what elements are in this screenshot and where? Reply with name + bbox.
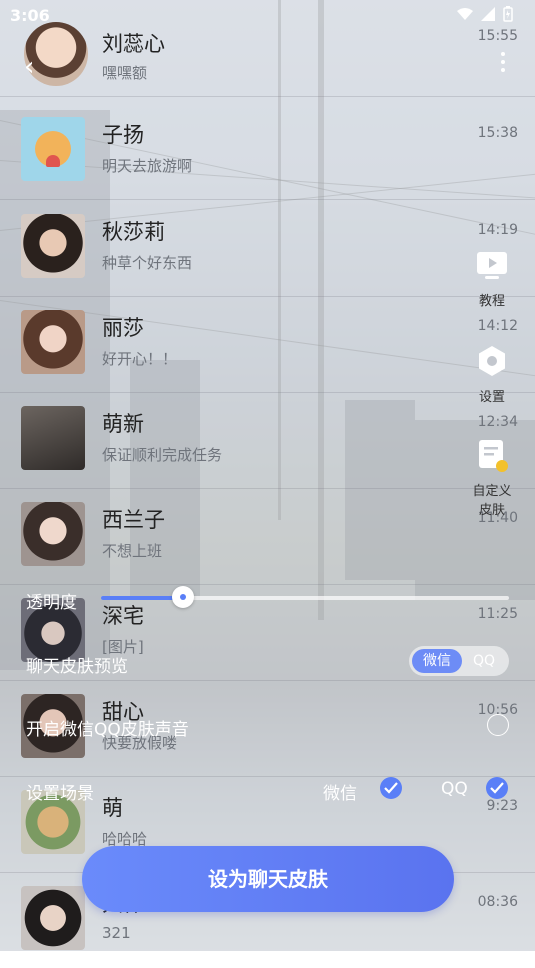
message-time: 12:34: [477, 414, 518, 430]
last-message: 保证顺利完成任务: [102, 446, 223, 464]
tutorial-label: 教程: [478, 294, 505, 309]
message-time: 15:38: [477, 125, 518, 141]
contact-name: 丽莎: [102, 316, 144, 340]
edit-skin-icon: [479, 440, 508, 472]
custom-skin-label-line2: 皮肤: [478, 503, 505, 518]
preview-label: 聊天皮肤预览: [26, 657, 128, 677]
last-message: 好开心！！: [102, 350, 178, 368]
tutorial-button[interactable]: 教程: [462, 248, 522, 309]
avatar: [21, 886, 85, 950]
custom-skin-button[interactable]: 自定义 皮肤: [462, 438, 522, 518]
gear-icon: [479, 346, 505, 376]
contact-name: 子扬: [102, 123, 144, 147]
opacity-label: 透明度: [26, 593, 77, 613]
contact-name: 萌: [102, 796, 123, 820]
custom-skin-label-line1: 自定义: [472, 484, 512, 499]
chat-row[interactable]: 子扬 明天去旅游啊 15:38: [0, 103, 535, 200]
check-icon: [384, 782, 398, 794]
scene-label: 设置场景: [26, 784, 94, 804]
preview-option-qq[interactable]: QQ: [462, 649, 506, 673]
chat-row[interactable]: 刘蕊心 嘿嘿额 15:55: [0, 0, 535, 97]
last-message: 明天去旅游啊: [102, 157, 193, 175]
avatar: [21, 502, 85, 566]
message-time: 14:19: [477, 222, 518, 238]
contact-name: 深宅: [102, 604, 144, 628]
chat-row[interactable]: 丽莎 好开心！！ 14:12: [0, 296, 535, 393]
contact-name: 萌新: [102, 412, 144, 436]
last-message: 种草个好东西: [102, 254, 193, 272]
contact-name: 西兰子: [102, 508, 165, 532]
last-message: 不想上班: [102, 542, 163, 560]
avatar: [21, 310, 85, 374]
sound-label: 开启微信QQ皮肤声音: [26, 720, 189, 740]
message-time: 08:36: [477, 894, 518, 910]
settings-button[interactable]: 设置: [462, 344, 522, 405]
message-time: 14:12: [477, 318, 518, 334]
avatar: [21, 406, 85, 470]
opacity-slider-knob[interactable]: [171, 586, 194, 608]
check-icon: [490, 782, 504, 794]
back-chevron-icon[interactable]: ‹: [24, 52, 34, 82]
message-time: 15:55: [477, 28, 518, 44]
avatar: [21, 117, 85, 181]
preview-option-wechat[interactable]: 微信: [412, 649, 462, 673]
message-time: 9:23: [486, 798, 518, 814]
opacity-slider-fill: [101, 596, 183, 600]
opacity-slider[interactable]: [101, 586, 509, 608]
message-time: 11:25: [477, 606, 518, 622]
last-message: 嘿嘿额: [102, 64, 148, 82]
chat-row[interactable]: 萌新 保证顺利完成任务 12:34: [0, 392, 535, 489]
contact-name: 刘蕊心: [102, 32, 165, 56]
chat-row[interactable]: 西兰子 不想上班 11:40: [0, 488, 535, 585]
more-options-icon[interactable]: [501, 52, 505, 76]
sound-toggle-radio[interactable]: [487, 714, 509, 736]
set-chat-skin-button[interactable]: 设为聊天皮肤: [82, 846, 454, 912]
scene-wechat-label: 微信: [323, 784, 357, 804]
scene-qq-label: QQ: [441, 779, 468, 799]
preview-toggle[interactable]: 微信 QQ: [409, 646, 509, 676]
contact-name: 秋莎莉: [102, 220, 165, 244]
video-play-icon: [477, 252, 507, 279]
chat-row[interactable]: 秋莎莉 种草个好东西 14:19: [0, 200, 535, 297]
scene-wechat-checkbox[interactable]: [380, 777, 402, 799]
last-message: 321: [102, 924, 131, 942]
scene-qq-checkbox[interactable]: [486, 777, 508, 799]
avatar: [21, 214, 85, 278]
settings-label: 设置: [478, 390, 505, 405]
